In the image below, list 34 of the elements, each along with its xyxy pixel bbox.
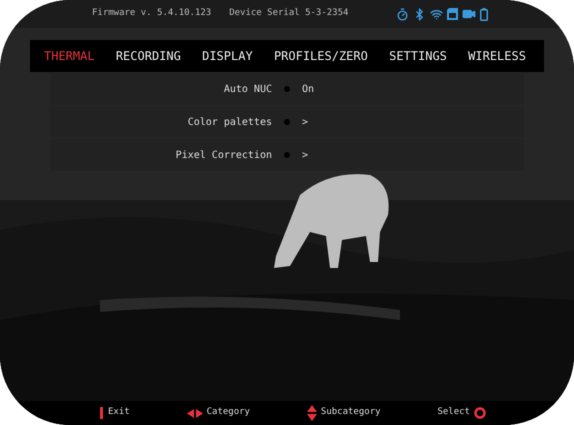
menu-value: > xyxy=(302,148,308,162)
menu-row[interactable]: Color palettes > xyxy=(50,106,524,138)
bullet-icon xyxy=(284,86,290,92)
footer-hint: Category xyxy=(206,406,250,420)
footer-hint: Subcategory xyxy=(320,406,381,420)
menu-value: > xyxy=(302,116,308,130)
bluetooth-icon xyxy=(413,8,426,20)
menu-tab[interactable]: RECORDING xyxy=(116,47,181,65)
bullet-icon xyxy=(284,119,290,125)
wifi-icon xyxy=(430,8,443,20)
menu-value: On xyxy=(302,82,314,96)
bar-icon xyxy=(100,407,104,419)
menu-row[interactable]: Pixel Correction > xyxy=(50,139,524,171)
menu-tab[interactable]: WIRELESS xyxy=(468,47,526,65)
ring-icon xyxy=(474,407,486,419)
menu-tab[interactable]: DISPLAY xyxy=(202,47,253,65)
menu-label: Auto NUC xyxy=(222,82,272,96)
menu-tab[interactable]: SETTINGS xyxy=(389,47,447,65)
menu-tab[interactable]: PROFILES/ZERO xyxy=(274,47,368,65)
footer-hint: Exit xyxy=(108,406,130,420)
up-down-arrows-icon xyxy=(306,405,317,421)
device-serial: Device Serial 5-3-2354 xyxy=(229,7,348,20)
left-right-arrows-icon xyxy=(186,408,203,418)
menu-label: Color palettes xyxy=(186,116,272,130)
timer-icon xyxy=(396,8,409,20)
menu-label: Pixel Correction xyxy=(174,148,272,162)
video-camera-icon xyxy=(462,7,476,21)
footer-hint: Select xyxy=(437,406,470,420)
sd-card-icon xyxy=(447,8,458,20)
menu-row[interactable]: Auto NUC On xyxy=(50,73,524,105)
bullet-icon xyxy=(284,152,290,158)
firmware-version: Firmware v. 5.4.10.123 xyxy=(92,7,212,20)
menu-tab[interactable]: THERMAL xyxy=(44,47,95,65)
battery-icon xyxy=(480,8,488,20)
